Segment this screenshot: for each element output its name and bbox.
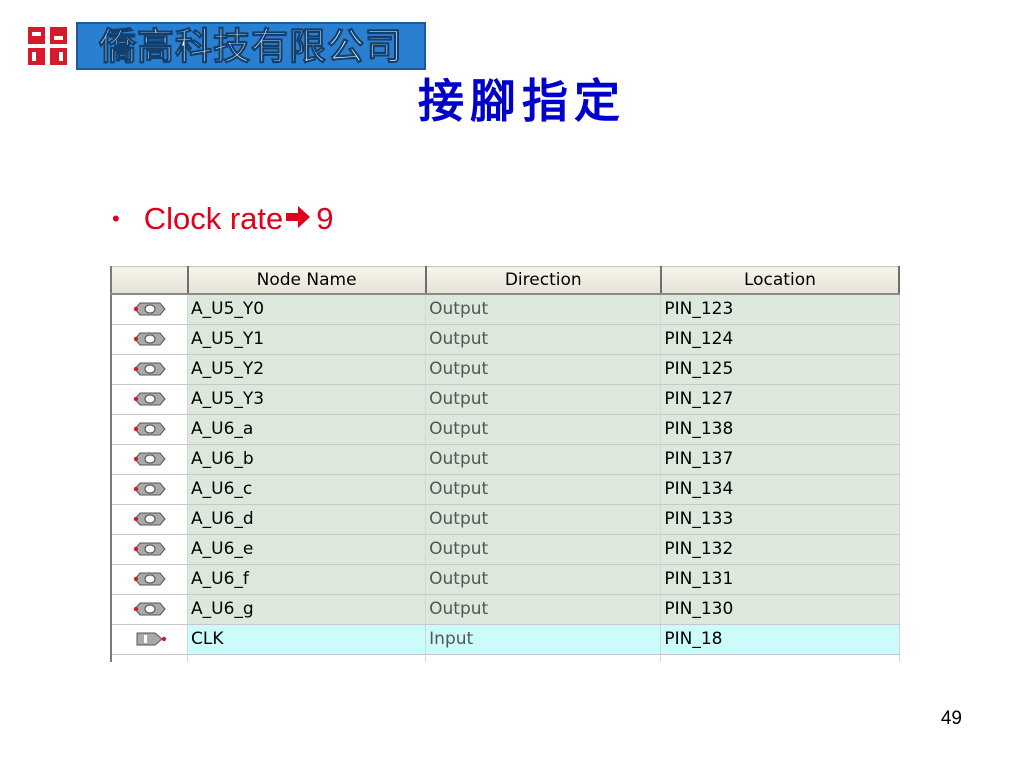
pin-icon-cell [111,564,189,595]
node-name-cell[interactable]: A_U6_c [187,474,427,505]
logo-text: 僑高科技有限公司 [99,24,403,68]
header-direction[interactable]: Direction [425,266,662,295]
node-name-cell[interactable]: A_U5_Y2 [187,354,427,385]
output-pin-icon [133,599,167,619]
location-cell[interactable]: PIN_18 [660,624,900,655]
node-name-cell[interactable]: A_U6_d [187,504,427,535]
pin-icon-cell [111,504,189,535]
table-body: A_U5_Y0 Output PIN_123 A_U5_Y1 Output PIN_124… [111,294,900,662]
bullet-dot-icon: • [112,205,120,231]
spacer-cell [660,654,900,662]
location-cell[interactable]: PIN_138 [660,414,900,445]
table-row[interactable]: A_U6_a Output PIN_138 [111,414,900,445]
pin-icon-cell [111,534,189,565]
pin-icon-cell [111,594,189,625]
spacer-cell [111,654,189,662]
location-cell[interactable]: PIN_132 [660,534,900,565]
direction-cell: Output [425,504,662,535]
page-number: 49 [940,708,962,729]
output-pin-icon [133,419,167,439]
spacer-cell [425,654,662,662]
output-pin-icon [133,569,167,589]
table-row[interactable]: A_U6_f Output PIN_131 [111,564,900,595]
location-cell[interactable]: PIN_125 [660,354,900,385]
bullet-item: • Clock rate 9 [112,203,334,234]
output-pin-icon [133,299,167,319]
pin-icon-cell [111,354,189,385]
table-row[interactable]: A_U5_Y1 Output PIN_124 [111,324,900,355]
direction-cell: Input [425,624,662,655]
output-pin-icon [133,509,167,529]
pin-icon-cell [111,294,189,325]
table-row[interactable]: A_U6_g Output PIN_130 [111,594,900,625]
direction-cell: Output [425,534,662,565]
table-header-row: Node Name Direction Location [111,266,901,295]
table-spacer-row [111,654,900,662]
table-row[interactable]: A_U6_c Output PIN_134 [111,474,900,505]
location-cell[interactable]: PIN_127 [660,384,900,415]
direction-cell: Output [425,564,662,595]
direction-cell: Output [425,444,662,475]
output-pin-icon [133,479,167,499]
node-name-cell[interactable]: A_U6_f [187,564,427,595]
table-row[interactable]: A_U5_Y3 Output PIN_127 [111,384,900,415]
input-pin-icon [133,629,167,649]
pin-icon-cell [111,474,189,505]
output-pin-icon [133,329,167,349]
table-row[interactable]: A_U5_Y2 Output PIN_125 [111,354,900,385]
table-row[interactable]: A_U6_e Output PIN_132 [111,534,900,565]
direction-cell: Output [425,384,662,415]
direction-cell: Output [425,324,662,355]
node-name-cell[interactable]: CLK [187,624,427,655]
bullet-text: Clock rate [143,201,284,236]
location-cell[interactable]: PIN_123 [660,294,900,325]
location-cell[interactable]: PIN_130 [660,594,900,625]
location-cell[interactable]: PIN_131 [660,564,900,595]
table-row[interactable]: A_U5_Y0 Output PIN_123 [111,294,900,325]
pin-icon-cell [111,324,189,355]
node-name-cell[interactable]: A_U6_e [187,534,427,565]
spacer-cell [187,654,427,662]
header-node-name[interactable]: Node Name [187,266,427,295]
node-name-cell[interactable]: A_U6_g [187,594,427,625]
slide-title: 接腳指定 [418,74,626,128]
logo-banner: 僑高科技有限公司 [76,22,426,70]
node-name-cell[interactable]: A_U5_Y1 [187,324,427,355]
pin-icon-cell [111,384,189,415]
direction-cell: Output [425,414,662,445]
header-icon-column[interactable] [111,266,189,295]
table-row[interactable]: A_U6_d Output PIN_133 [111,504,900,535]
location-cell[interactable]: PIN_124 [660,324,900,355]
node-name-cell[interactable]: A_U5_Y3 [187,384,427,415]
pin-icon-cell [111,624,189,655]
direction-cell: Output [425,294,662,325]
right-arrow-icon [285,203,311,234]
direction-cell: Output [425,354,662,385]
direction-cell: Output [425,474,662,505]
location-cell[interactable]: PIN_133 [660,504,900,535]
logo-mark-icon [26,24,70,68]
node-name-cell[interactable]: A_U5_Y0 [187,294,427,325]
header-location[interactable]: Location [660,266,901,295]
node-name-cell[interactable]: A_U6_a [187,414,427,445]
pin-icon-cell [111,414,189,445]
output-pin-icon [133,449,167,469]
company-logo: 僑高科技有限公司 [26,21,428,71]
table-row[interactable]: CLK Input PIN_18 [111,624,900,655]
output-pin-icon [133,359,167,379]
bullet-value: 9 [316,201,334,236]
output-pin-icon [133,389,167,409]
direction-cell: Output [425,594,662,625]
pin-assignment-table: Node Name Direction Location A_U5_Y0 Outp… [110,266,901,662]
pin-icon-cell [111,444,189,475]
location-cell[interactable]: PIN_137 [660,444,900,475]
table-row[interactable]: A_U6_b Output PIN_137 [111,444,900,475]
output-pin-icon [133,539,167,559]
location-cell[interactable]: PIN_134 [660,474,900,505]
slide: 僑高科技有限公司 接腳指定 • Clock rate 9 Node Name D… [0,0,1024,768]
node-name-cell[interactable]: A_U6_b [187,444,427,475]
